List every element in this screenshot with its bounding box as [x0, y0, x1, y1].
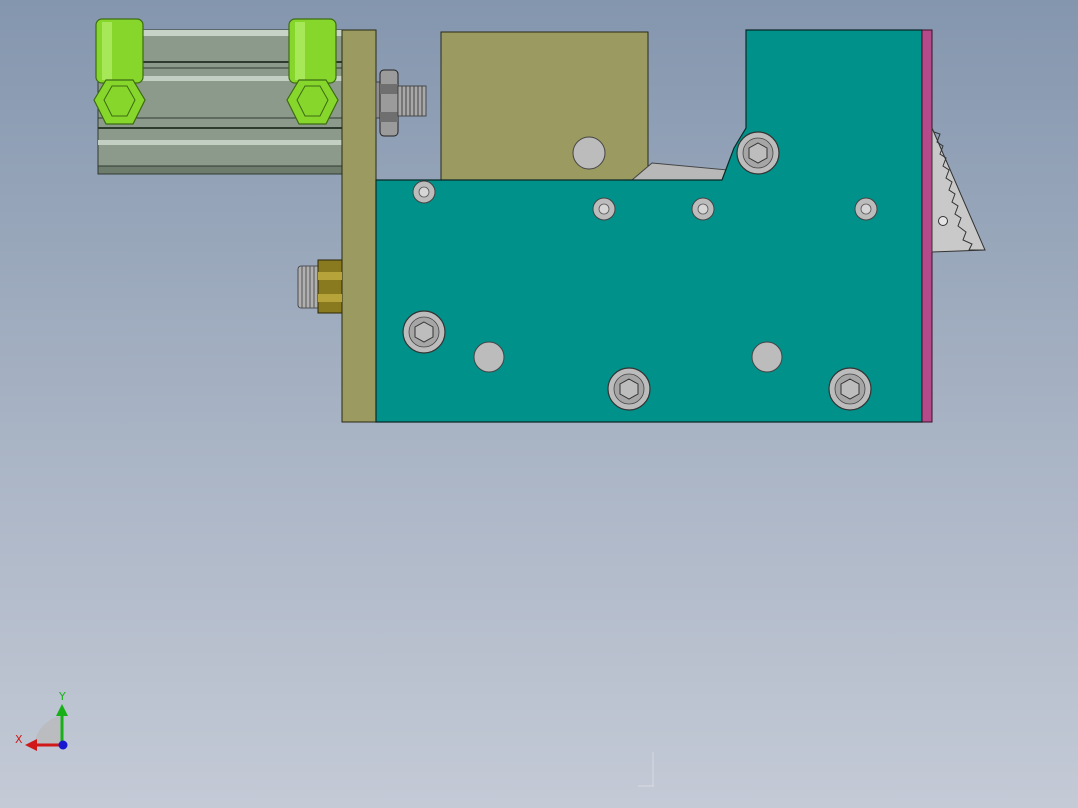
nut-face [380, 84, 398, 94]
y-axis-label: Y [58, 690, 66, 703]
fitting-left[interactable] [93, 18, 146, 125]
olive-block[interactable] [440, 31, 649, 181]
origin-mark [638, 752, 654, 787]
graphics-viewport[interactable]: Y X [0, 0, 1078, 808]
fitting-right[interactable] [286, 18, 339, 125]
nut-icon [379, 69, 399, 137]
x-arrow-icon [25, 739, 37, 751]
brass-nut-face [318, 272, 342, 280]
threaded-stud-top[interactable] [375, 69, 427, 137]
thread-icon [397, 85, 427, 117]
side-strip[interactable] [921, 29, 933, 423]
brass-nut-icon [317, 259, 343, 314]
fitting-shine [102, 22, 112, 80]
cap-screw-left [402, 310, 446, 354]
brass-nut-face [318, 294, 342, 302]
small-screw-3 [691, 197, 715, 221]
triad-plane [34, 716, 62, 745]
fitting-shine [295, 22, 305, 80]
nut-face [380, 112, 398, 122]
dowel-hole-icon [473, 341, 505, 373]
y-arrow-icon [56, 704, 68, 716]
cylinder-highlight-low [98, 140, 344, 145]
small-screw-2 [592, 197, 616, 221]
blade-body [931, 127, 986, 253]
cylinder-base-rail [97, 165, 345, 175]
x-axis-label: X [15, 733, 23, 746]
cap-screw-top-right [736, 131, 780, 175]
dowel-hole-icon [751, 341, 783, 373]
model-canvas[interactable]: Y X [0, 0, 1078, 808]
upright-plate[interactable] [341, 29, 377, 423]
small-screw-1 [412, 180, 436, 204]
z-axis-dot-icon [58, 740, 68, 750]
cap-screw-bottom-mid [607, 367, 651, 411]
side-connector[interactable] [297, 259, 343, 314]
serrated-blade[interactable] [931, 127, 986, 253]
thread-icon [297, 265, 321, 309]
coordinate-triad[interactable]: Y X [15, 690, 68, 751]
small-screw-4 [854, 197, 878, 221]
blade-hole-icon [938, 216, 948, 226]
hole-icon [572, 136, 606, 170]
cap-screw-bottom-right [828, 367, 872, 411]
